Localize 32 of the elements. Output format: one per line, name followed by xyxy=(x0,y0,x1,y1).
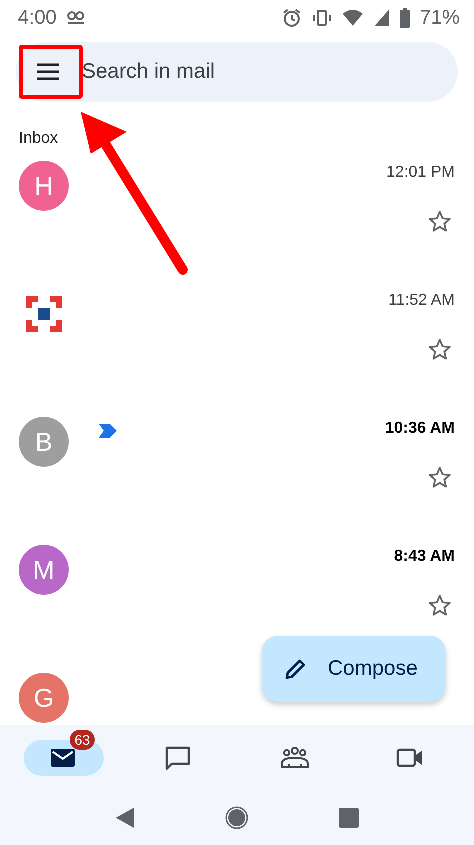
email-time: 11:52 AM xyxy=(388,292,455,310)
unread-count: 63 xyxy=(70,730,96,750)
menu-icon xyxy=(36,63,60,81)
signal-icon xyxy=(374,9,390,27)
search-bar[interactable]: Search in mail xyxy=(16,42,458,102)
avatar: G xyxy=(19,673,69,723)
email-time: 10:36 AM xyxy=(385,420,455,438)
star-icon[interactable] xyxy=(428,210,452,234)
avatar: B xyxy=(19,417,69,467)
search-field[interactable]: Search in mail xyxy=(80,59,364,85)
vibrate-icon xyxy=(312,9,332,27)
wifi-icon xyxy=(342,9,364,27)
back-icon[interactable] xyxy=(115,806,135,828)
battery-icon xyxy=(400,8,410,28)
home-icon[interactable] xyxy=(225,806,249,830)
clock-time: 4:00 xyxy=(18,6,57,30)
avatar: H xyxy=(19,161,69,211)
battery-percent: 71% xyxy=(420,6,460,30)
recents-icon[interactable] xyxy=(339,808,359,828)
infinity-icon xyxy=(66,11,85,25)
highlight-box xyxy=(19,45,83,99)
pencil-icon xyxy=(284,657,308,681)
avatar: M xyxy=(19,545,69,595)
section-title: Inbox xyxy=(19,130,60,148)
email-time: 8:43 AM xyxy=(394,548,455,566)
star-icon[interactable] xyxy=(428,466,452,490)
star-icon[interactable] xyxy=(428,338,452,362)
people-icon xyxy=(280,746,309,770)
alarm-icon xyxy=(282,8,302,28)
email-time: 12:01 PM xyxy=(386,164,455,182)
star-icon[interactable] xyxy=(428,594,452,618)
compose-button[interactable]: Compose xyxy=(262,636,446,702)
